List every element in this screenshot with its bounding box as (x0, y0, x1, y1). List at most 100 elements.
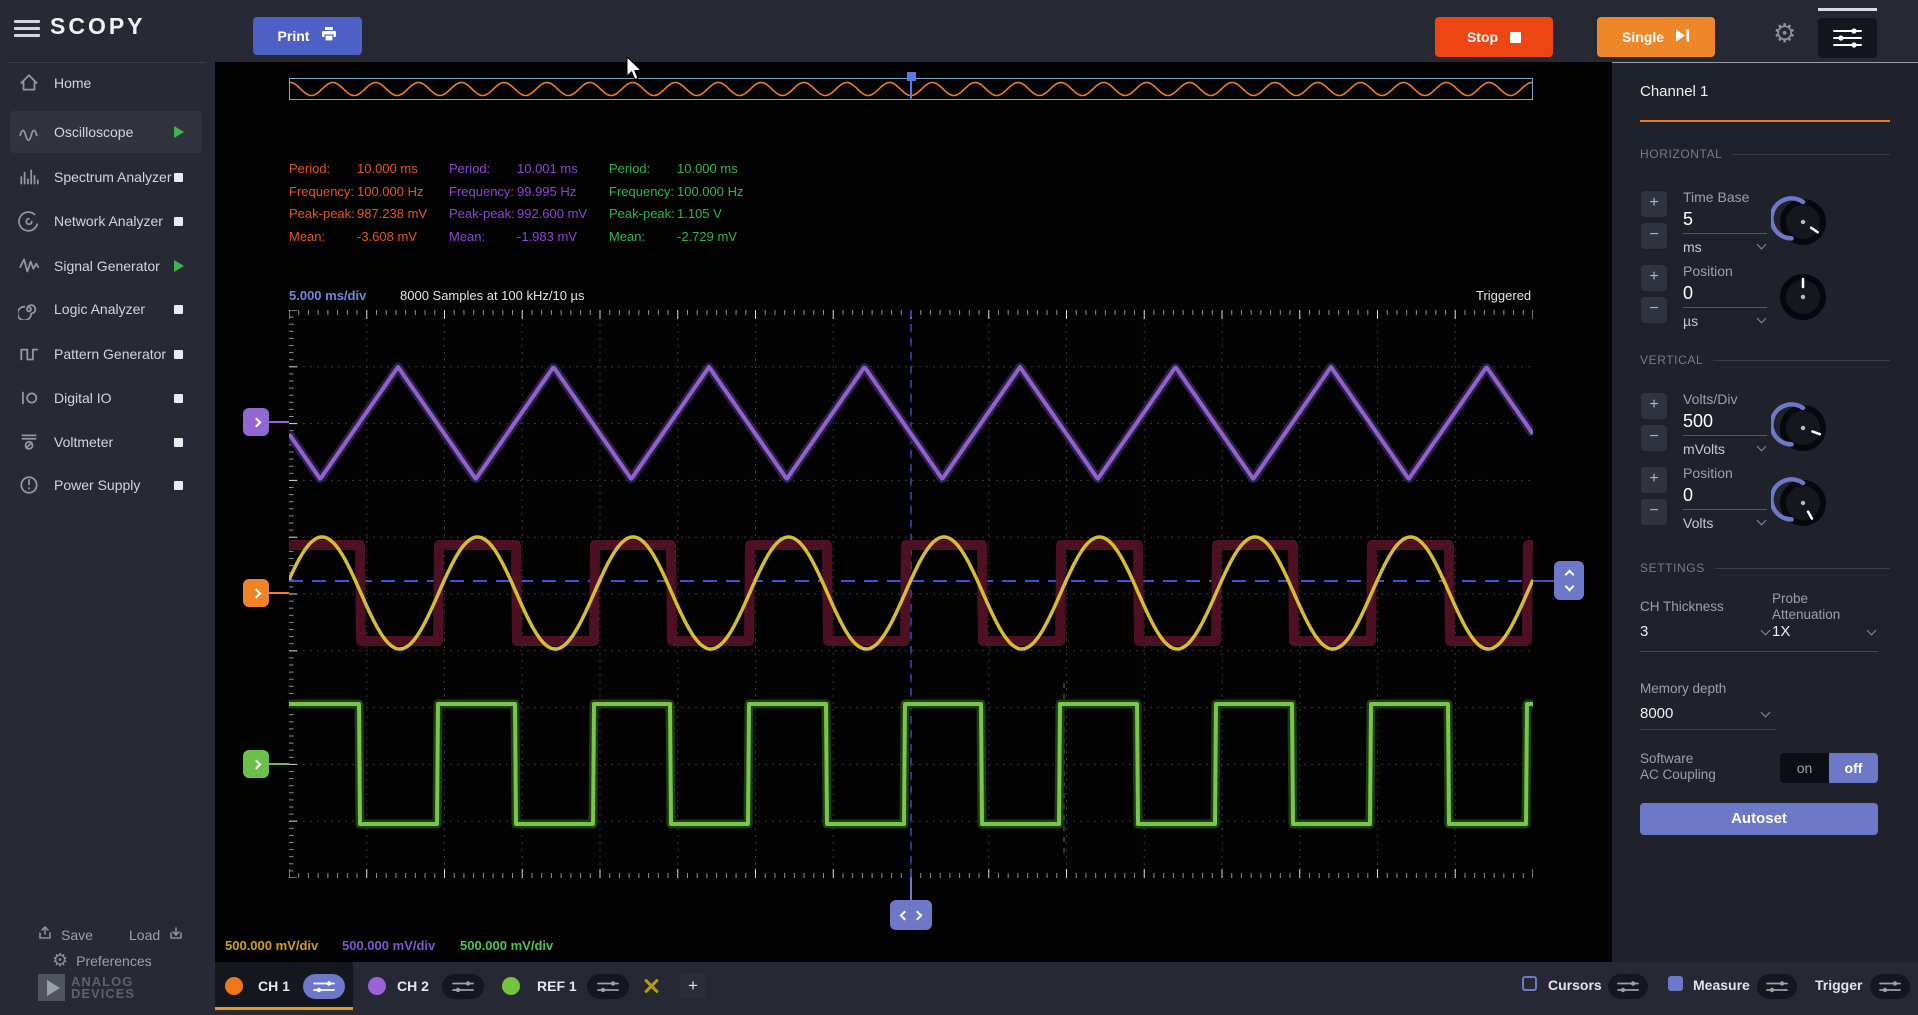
memory-depth-label: Memory depth (1640, 681, 1726, 697)
voltsdiv-decrement-button[interactable]: − (1641, 425, 1667, 451)
toggle-off-option[interactable]: off (1829, 753, 1878, 783)
ref1-offset-handle[interactable] (243, 750, 269, 778)
cursors-label[interactable]: Cursors (1548, 977, 1602, 993)
chevron-down-icon[interactable] (1757, 516, 1767, 526)
sidebar-item-spectrum-analyzer[interactable]: Spectrum Analyzer (10, 156, 202, 198)
sidebar-item-pattern-generator[interactable]: Pattern Generator (10, 333, 202, 375)
hposition-value[interactable]: 0 (1683, 283, 1693, 304)
measure-checkbox[interactable] (1668, 976, 1683, 991)
voltsdiv-label: Volts/Div (1683, 391, 1737, 407)
chevron-down-icon[interactable] (1867, 626, 1877, 636)
add-channel-button[interactable]: + (680, 973, 706, 999)
ch1-name[interactable]: CH 1 (258, 978, 290, 994)
chevron-down-icon[interactable] (1757, 314, 1767, 324)
timebase-knob[interactable] (1771, 190, 1835, 254)
vposition-knob[interactable] (1771, 471, 1835, 535)
trigger-label[interactable]: Trigger (1815, 977, 1862, 993)
preferences-gear-icon: ⚙ (52, 950, 68, 971)
sidebar-item-voltmeter[interactable]: Voltmeter (10, 421, 202, 463)
trigger-state-label: Triggered (1476, 288, 1531, 303)
power-supply-icon (18, 474, 40, 496)
sidebar-item-network-analyzer[interactable]: Network Analyzer (10, 200, 202, 242)
voltsdiv-value[interactable]: 500 (1683, 411, 1713, 432)
ch1-settings-pill[interactable] (303, 974, 345, 999)
sliders-icon (1818, 18, 1877, 58)
memory-depth-value[interactable]: 8000 (1640, 705, 1673, 722)
value-underline (1683, 233, 1767, 234)
trigger-settings-pill[interactable] (1870, 974, 1910, 999)
sidebar-item-power-supply[interactable]: Power Supply (10, 464, 202, 506)
ch2-color-dot[interactable] (368, 977, 386, 995)
timebase-unit[interactable]: ms (1683, 239, 1702, 255)
trigger-position-stepper[interactable] (890, 900, 932, 930)
hamburger-menu-icon[interactable] (14, 16, 40, 41)
timebase-increment-button[interactable]: + (1641, 191, 1667, 217)
save-button[interactable]: Save (36, 924, 93, 945)
ac-coupling-toggle[interactable]: on off (1780, 753, 1878, 783)
stop-square-icon (1510, 32, 1521, 43)
chevron-down-icon[interactable] (1761, 626, 1771, 636)
stopped-indicator-icon (174, 394, 183, 403)
printer-icon (321, 27, 337, 45)
cursors-checkbox[interactable] (1522, 976, 1537, 991)
sidebar-item-oscilloscope[interactable]: Oscilloscope (10, 111, 202, 153)
print-button[interactable]: Print (253, 17, 362, 55)
voltsdiv-unit[interactable]: mVolts (1683, 441, 1725, 457)
vposition-value[interactable]: 0 (1683, 485, 1693, 506)
sidebar-item-logic-analyzer[interactable]: Logic Analyzer (10, 288, 202, 330)
measure-label[interactable]: Measure (1693, 977, 1750, 993)
voltsdiv-knob[interactable] (1771, 396, 1835, 460)
waveform-canvas[interactable] (289, 310, 1533, 878)
probe-attenuation-value[interactable]: 1X (1772, 623, 1790, 640)
ch2-settings-pill[interactable] (442, 974, 484, 999)
chevron-up-icon (1564, 570, 1574, 580)
chevron-down-icon[interactable] (1757, 442, 1767, 452)
save-label: Save (61, 927, 93, 943)
measurements-ref1: Period:10.000 ms Frequency:100.000 Hz Pe… (609, 158, 774, 248)
hposition-increment-button[interactable]: + (1641, 265, 1667, 291)
vposition-decrement-button[interactable]: − (1641, 499, 1667, 525)
chevron-down-icon[interactable] (1757, 240, 1767, 250)
ch-thickness-value[interactable]: 3 (1640, 623, 1648, 640)
stop-button[interactable]: Stop (1435, 17, 1553, 57)
ch2-name[interactable]: CH 2 (397, 978, 429, 994)
vposition-unit[interactable]: Volts (1683, 515, 1713, 531)
sliders-icon (1757, 974, 1797, 999)
ch1-offset-handle[interactable] (243, 579, 269, 607)
hposition-knob[interactable] (1771, 265, 1835, 329)
channel-bar: CH 1 CH 2 REF 1 + Cursors Measure Trigge… (215, 962, 1918, 1015)
timebase-decrement-button[interactable]: − (1641, 223, 1667, 249)
hposition-decrement-button[interactable]: − (1641, 297, 1667, 323)
chevron-down-icon[interactable] (1761, 708, 1771, 718)
timebase-value[interactable]: 5 (1683, 209, 1693, 230)
ref1-color-dot[interactable] (502, 977, 520, 995)
preferences-button[interactable]: ⚙ Preferences (52, 950, 152, 971)
measure-settings-pill[interactable] (1757, 974, 1797, 999)
vposition-increment-button[interactable]: + (1641, 467, 1667, 493)
load-button[interactable]: Load (129, 924, 185, 945)
ref1-settings-pill[interactable] (587, 974, 629, 999)
hposition-unit[interactable]: µs (1683, 313, 1698, 329)
scopy-app: SCOPY Home Oscilloscope Spectrum Analyze… (0, 0, 1918, 1015)
sidebar-item-signal-generator[interactable]: Signal Generator (10, 245, 202, 287)
trigger-level-connector (1533, 580, 1554, 582)
trigger-level-stepper[interactable] (1554, 561, 1584, 600)
sidebar-item-home[interactable]: Home (10, 62, 202, 104)
ref1-name[interactable]: REF 1 (537, 978, 577, 994)
close-ref-icon[interactable] (643, 978, 659, 994)
stopped-indicator-icon (174, 217, 183, 226)
autoset-button[interactable]: Autoset (1640, 803, 1878, 835)
ch2-offset-handle[interactable] (243, 408, 269, 436)
sliders-icon (1608, 974, 1648, 999)
toggle-on-option[interactable]: on (1780, 753, 1829, 783)
cursors-settings-pill[interactable] (1608, 974, 1648, 999)
ch1-color-dot[interactable] (225, 977, 243, 995)
voltsdiv-increment-button[interactable]: + (1641, 393, 1667, 419)
single-button[interactable]: Single (1597, 17, 1715, 57)
ch2-scale-label: 500.000 mV/div (342, 938, 435, 953)
panel-title-underline (1640, 120, 1890, 122)
dropdown-underline (1640, 651, 1776, 652)
sidebar-item-digital-io[interactable]: Digital IO (10, 377, 202, 419)
settings-gear-icon[interactable]: ⚙ (1773, 20, 1796, 46)
panel-toggle-button[interactable] (1818, 18, 1877, 58)
